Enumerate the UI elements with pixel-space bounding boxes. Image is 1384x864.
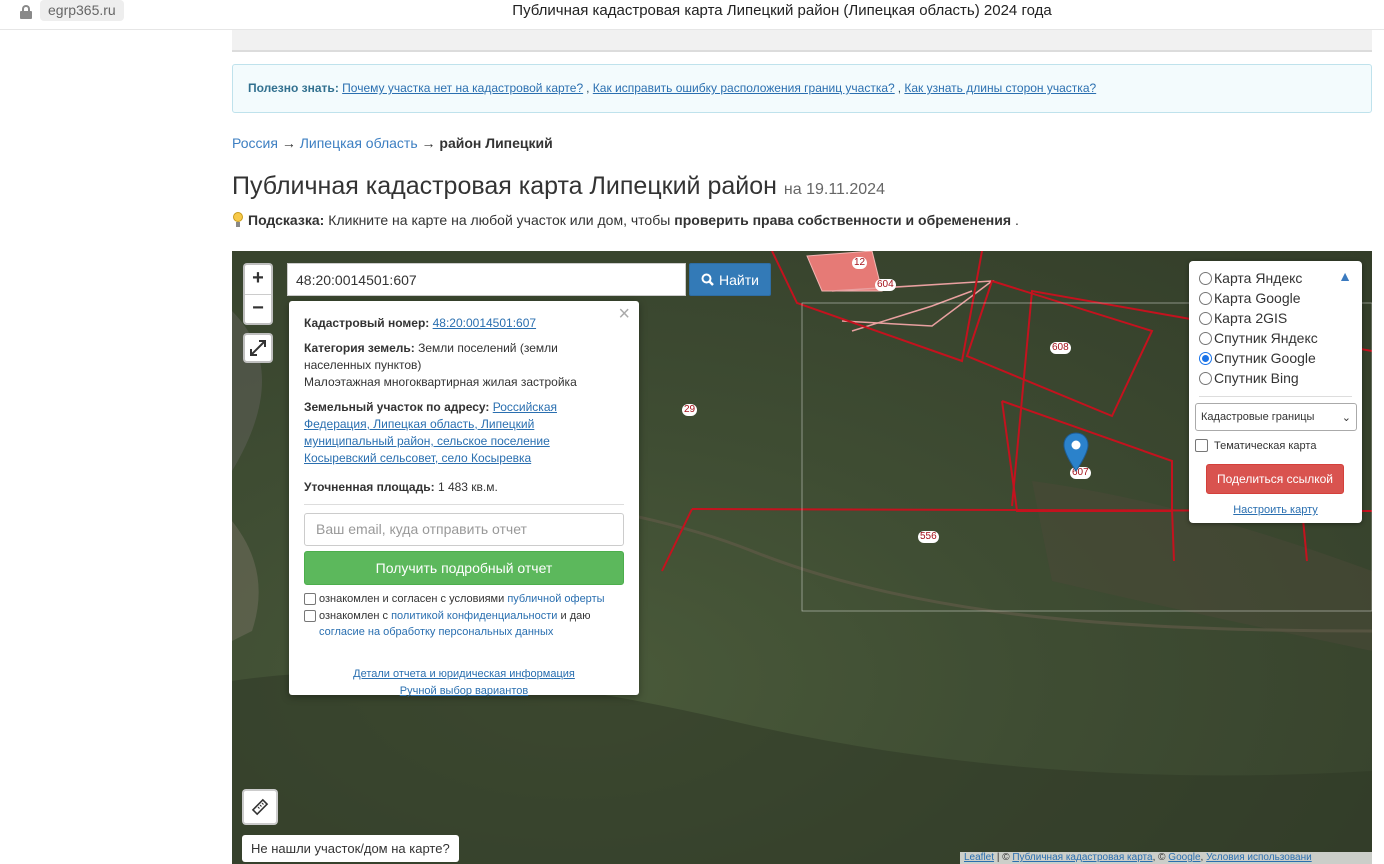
get-report-button[interactable]: Получить подробный отчет bbox=[304, 551, 624, 585]
not-found-button[interactable]: Не нашли участок/дом на карте? bbox=[242, 835, 459, 862]
radio-button[interactable] bbox=[1199, 271, 1212, 285]
search-button-label: Найти bbox=[719, 271, 759, 288]
parcel-label[interactable]: 556 bbox=[918, 531, 939, 543]
area-value: 1 483 кв.м. bbox=[437, 480, 498, 494]
area-label: Уточненная площадь: bbox=[304, 480, 435, 494]
parcel-label[interactable]: 29 bbox=[682, 404, 698, 416]
zoom-in-button[interactable]: + bbox=[245, 265, 271, 294]
layer-option[interactable]: Карта Google bbox=[1199, 288, 1352, 308]
report-details-link[interactable]: Детали отчета и юридическая информация bbox=[353, 668, 575, 680]
hint-label: Подсказка: bbox=[248, 212, 325, 228]
privacy-checkbox[interactable] bbox=[304, 610, 316, 622]
hint-text: Кликните на карте на любой участок или д… bbox=[328, 212, 671, 228]
parcel-label[interactable]: 12 bbox=[852, 257, 868, 269]
share-link-button[interactable]: Поделиться ссылкой bbox=[1206, 464, 1344, 494]
search-icon bbox=[701, 273, 714, 286]
cadastral-search-input[interactable] bbox=[287, 263, 686, 296]
radio-button[interactable] bbox=[1199, 311, 1212, 325]
layer-option-selected[interactable]: Спутник Google bbox=[1199, 348, 1352, 368]
info-label: Полезно знать: bbox=[248, 81, 339, 95]
consent-link[interactable]: согласие на обработку персональных данны… bbox=[319, 626, 553, 638]
info-link-missing-parcel[interactable]: Почему участка нет на кадастровой карте? bbox=[342, 81, 583, 95]
thematic-checkbox[interactable] bbox=[1195, 439, 1208, 452]
lightbulb-icon bbox=[232, 212, 244, 228]
zoom-control: + − bbox=[243, 263, 273, 325]
breadcrumb: Россия → Липецкая область → район Липецк… bbox=[232, 135, 553, 151]
parcel-popup: × Кадастровый номер: 48:20:0014501:607 К… bbox=[289, 301, 639, 697]
radio-button[interactable] bbox=[1199, 291, 1212, 305]
chevron-up-icon[interactable]: ▲ bbox=[1338, 268, 1352, 284]
info-link-side-lengths[interactable]: Как узнать длины сторон участка? bbox=[904, 81, 1096, 95]
cad-number-link[interactable]: 48:20:0014501:607 bbox=[433, 316, 536, 330]
layer-option[interactable]: Карта Яндекс bbox=[1199, 268, 1352, 288]
radio-button-selected[interactable] bbox=[1199, 351, 1212, 365]
page-title-text: Публичная кадастровая карта Липецкий рай… bbox=[232, 172, 777, 200]
fullscreen-button[interactable] bbox=[243, 333, 273, 363]
layer-option[interactable]: Спутник Яндекс bbox=[1199, 328, 1352, 348]
measure-button[interactable] bbox=[242, 789, 278, 825]
info-link-fix-borders[interactable]: Как исправить ошибку расположения границ… bbox=[593, 81, 895, 95]
close-icon[interactable]: × bbox=[618, 304, 630, 324]
expand-icon bbox=[250, 340, 266, 356]
page-title: Публичная кадастровая карта Липецкий рай… bbox=[232, 172, 885, 201]
popup-links: Детали отчета и юридическая информация Р… bbox=[304, 666, 624, 700]
browser-bar: egrp365.ru Публичная кадастровая карта Л… bbox=[0, 0, 1384, 30]
search-button[interactable]: Найти bbox=[689, 263, 771, 296]
hint: Подсказка: Кликните на карте на любой уч… bbox=[232, 212, 1019, 228]
breadcrumb-current: район Липецкий bbox=[439, 135, 553, 151]
google-link[interactable]: Google bbox=[1168, 852, 1200, 863]
ruler-icon bbox=[251, 798, 269, 816]
thematic-map-toggle[interactable]: Тематическая карта bbox=[1195, 439, 1352, 452]
overlay-select[interactable]: Кадастровые границы ⌄ bbox=[1195, 403, 1357, 431]
map-settings-link[interactable]: Настроить карту bbox=[1199, 504, 1352, 516]
pkk-link[interactable]: Публичная кадастровая карта bbox=[1012, 852, 1152, 863]
zoom-out-button[interactable]: − bbox=[245, 294, 271, 323]
address-label: Земельный участок по адресу: bbox=[304, 400, 490, 414]
breadcrumb-sep: → bbox=[421, 135, 436, 151]
hint-bold: проверить права собственности и обремене… bbox=[674, 212, 1012, 228]
offer-checkbox[interactable] bbox=[304, 593, 316, 605]
manual-choice-link[interactable]: Ручной выбор вариантов bbox=[400, 685, 528, 697]
layer-option[interactable]: Спутник Bing bbox=[1199, 368, 1352, 388]
cad-label: Кадастровый номер: bbox=[304, 316, 430, 330]
breadcrumb-russia[interactable]: Россия bbox=[232, 135, 278, 151]
radio-button[interactable] bbox=[1199, 371, 1212, 385]
parcel-label[interactable]: 608 bbox=[1050, 342, 1071, 354]
header-strip bbox=[232, 30, 1372, 52]
radio-button[interactable] bbox=[1199, 331, 1212, 345]
breadcrumb-region[interactable]: Липецкая область bbox=[300, 135, 418, 151]
terms-link[interactable]: Условия использовани bbox=[1206, 852, 1312, 863]
offer-checkbox-row: ознакомлен и согласен с условиями публич… bbox=[304, 591, 624, 607]
cadastral-map[interactable]: 12 604 608 29 607 556 + − Найти × Кадаст… bbox=[232, 251, 1372, 864]
chevron-down-icon: ⌄ bbox=[1341, 411, 1351, 424]
map-attribution: Leaflet | © Публичная кадастровая карта,… bbox=[960, 852, 1372, 864]
layer-option[interactable]: Карта 2GIS bbox=[1199, 308, 1352, 328]
parcel-label[interactable]: 604 bbox=[875, 279, 896, 291]
privacy-checkbox-row: ознакомлен с политикой конфиденциальност… bbox=[304, 608, 624, 640]
map-pin-icon[interactable] bbox=[1063, 432, 1089, 472]
breadcrumb-sep: → bbox=[281, 135, 296, 151]
useful-info-box: Полезно знать: Почему участка нет на кад… bbox=[232, 64, 1372, 113]
email-field[interactable]: Ваш email, куда отправить отчет bbox=[304, 513, 624, 546]
permitted-use: Малоэтажная многоквартирная жилая застро… bbox=[304, 375, 577, 389]
offer-link[interactable]: публичной оферты bbox=[507, 593, 604, 605]
privacy-link[interactable]: политикой конфиденциальности bbox=[391, 610, 557, 622]
leaflet-link[interactable]: Leaflet bbox=[964, 852, 994, 863]
window-title: Публичная кадастровая карта Липецкий рай… bbox=[512, 2, 1052, 19]
category-label: Категория земель: bbox=[304, 341, 415, 355]
layers-panel: ▲ Карта Яндекс Карта Google Карта 2GIS С… bbox=[1189, 261, 1362, 523]
page-title-date: на 19.11.2024 bbox=[783, 181, 885, 198]
